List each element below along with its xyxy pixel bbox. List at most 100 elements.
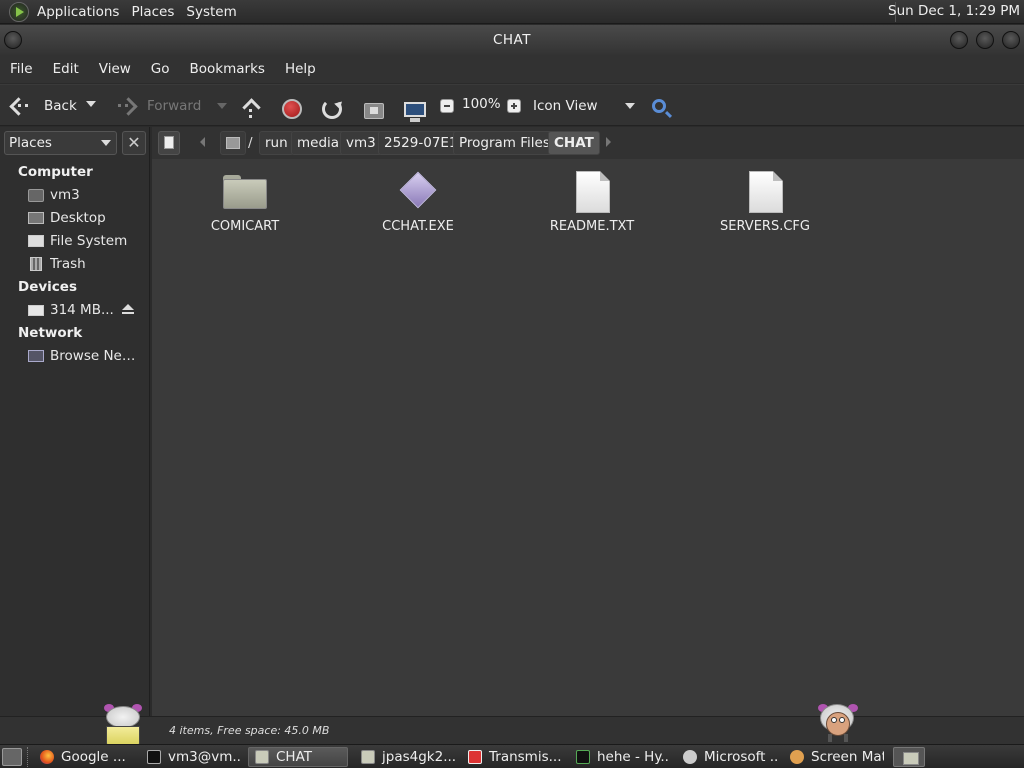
task-jpas4gk2[interactable]: jpas4gk2.... [355,747,455,767]
close-button[interactable] [1002,31,1020,49]
screen-mate-sheep[interactable] [818,700,858,742]
transmission-icon [468,750,482,764]
sidebar-item-browse-network[interactable]: Browse Net... [28,345,140,367]
crumb-vm3[interactable]: vm3 [340,131,382,155]
sheep-icon [790,750,804,764]
home-button[interactable] [364,90,386,122]
wine-icon [683,750,697,764]
crumb-media[interactable]: media [291,131,346,155]
sidebar-places-select[interactable]: Places [4,131,117,155]
location-bar: / run media vm3 2529-07E1 Program Files … [152,127,1024,159]
path-scroll-left-icon[interactable] [200,137,205,147]
back-button[interactable]: Back [10,90,77,122]
task-terminal[interactable]: vm3@vm... [141,747,241,767]
task-screen-mate[interactable]: Screen Mate [784,747,884,767]
task-label: jpas4gk2.... [382,749,455,765]
crumb-2529-07e1[interactable]: 2529-07E1 [378,131,464,155]
zoom-out-icon [440,99,454,113]
file-name: COMICART [210,219,280,234]
clock[interactable]: Sun Dec 1, 1:29 PM [888,3,1020,19]
sidebar-heading-network: Network [18,325,83,341]
sidebar-item-label: vm3 [50,187,80,203]
view-mode-select[interactable]: Icon View [533,96,635,116]
sidebar-item-label: File System [50,233,128,249]
status-bar: 4 items, Free space: 45.0 MB [0,716,1024,744]
menu-go[interactable]: Go [145,61,176,77]
computer-button[interactable] [404,90,426,122]
task-label: vm3@vm... [168,749,241,765]
task-hehe[interactable]: hehe - Hy... [570,747,670,767]
forward-icon [116,95,138,117]
edit-location-button[interactable] [158,131,180,155]
forward-label: Forward [147,98,202,114]
task-microsoft[interactable]: Microsoft ... [677,747,777,767]
task-transmission[interactable]: Transmis... [462,747,562,767]
network-icon [28,350,44,362]
maximize-button[interactable] [976,31,994,49]
file-name: SERVERS.CFG [720,219,810,234]
eject-icon[interactable] [122,304,134,316]
sidebar-item-desktop[interactable]: Desktop [28,207,140,229]
crumb-program-files[interactable]: Program Files [453,131,556,155]
zoom-in-button[interactable] [507,90,521,122]
menu-help[interactable]: Help [279,61,322,77]
search-button[interactable] [652,92,674,116]
sidebar-item-file-system[interactable]: File System [28,230,140,252]
distribution-logo-icon[interactable] [9,1,29,22]
sidebar-item-vm3[interactable]: vm3 [28,184,140,206]
menu-edit[interactable]: Edit [47,61,85,77]
applications-menu[interactable]: Applications [31,4,125,20]
file-item-cchat-exe[interactable]: CCHAT.EXE [353,161,483,241]
zoom-out-button[interactable] [440,90,454,122]
task-google[interactable]: Google ... [34,747,134,767]
sidebar-item-label: Browse Net... [50,348,140,364]
menu-bookmarks[interactable]: Bookmarks [184,61,271,77]
back-history-chevron-down-icon[interactable] [86,101,96,107]
crumb-chat[interactable]: CHAT [548,131,600,155]
stop-button[interactable] [282,90,304,122]
folder-icon [255,750,269,764]
window-menu-button[interactable] [4,31,22,49]
task-chat[interactable]: CHAT [248,747,348,767]
icon-view[interactable]: COMICART CCHAT.EXE README.TXT SERVERS.CF… [152,159,1024,716]
file-item-readme-txt[interactable]: README.TXT [527,161,657,241]
back-label: Back [44,98,77,114]
sidebar-heading-devices: Devices [18,279,77,295]
crumb-root[interactable] [220,131,246,155]
show-desktop-icon[interactable] [2,748,22,766]
executable-icon [396,171,440,215]
up-button[interactable] [240,90,262,122]
minimize-button[interactable] [950,31,968,49]
sidebar-item-trash[interactable]: Trash [28,253,140,275]
search-icon [652,98,666,113]
reload-button[interactable] [322,90,344,122]
file-item-servers-cfg[interactable]: SERVERS.CFG [700,161,830,241]
places-menu[interactable]: Places [125,4,180,20]
crumb-run[interactable]: run [259,131,294,155]
task-label: Microsoft ... [704,749,777,765]
taskbar-handle[interactable] [27,747,29,767]
computer-icon [404,101,426,122]
sidebar-item-label: Desktop [50,210,106,226]
zoom-level[interactable]: 100% [462,96,501,112]
file-name: README.TXT [549,219,635,234]
task-label: Transmis... [489,749,562,765]
sidebar-close-button[interactable]: ✕ [122,131,146,155]
system-menu[interactable]: System [180,4,242,20]
pencil-icon [164,136,174,149]
hehe-icon [576,750,590,764]
menu-view[interactable]: View [93,61,137,77]
path-scroll-right-icon[interactable] [606,137,611,147]
task-label: Google ... [61,749,126,765]
file-item-comicart[interactable]: COMICART [180,161,310,241]
config-document-icon [743,171,787,215]
task-label: Screen Mate [811,749,884,765]
forward-history-chevron-down-icon[interactable] [217,103,228,109]
window-titlebar[interactable]: CHAT [0,25,1024,55]
tray-folder-icon[interactable] [893,747,925,767]
menu-file[interactable]: File [4,61,39,77]
folder-icon [361,750,375,764]
forward-button[interactable]: Forward [116,90,228,122]
sidebar-header: Places ✕ [4,131,146,155]
terminal-icon [147,750,161,764]
